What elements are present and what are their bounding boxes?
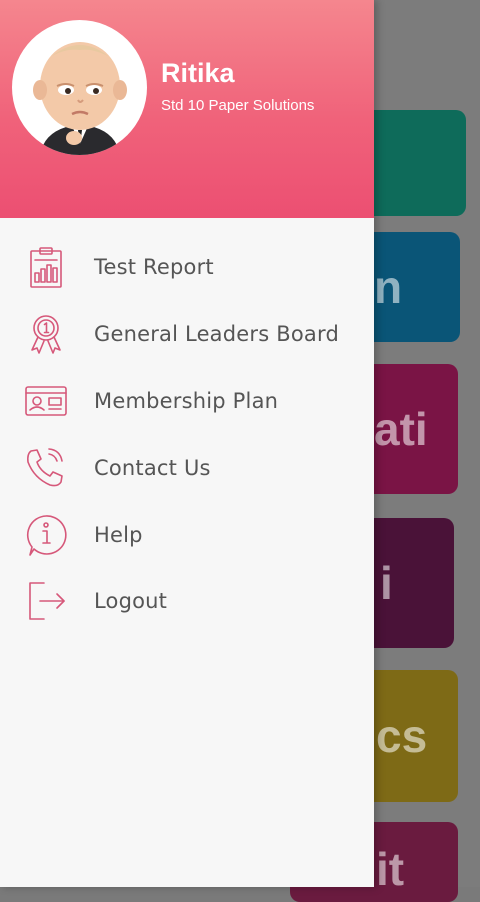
logout-icon [29,582,65,621]
menu-item-label: General Leaders Board [94,322,339,347]
menu-item-label: Contact Us [94,455,211,480]
menu-item-contact-us[interactable]: Contact Us [0,434,374,501]
drawer-menu: Test Report General Leaders Board Member… [0,234,374,635]
user-subtitle: Std 10 Paper Solutions [161,97,315,114]
navigation-drawer: Ritika Std 10 Paper Solutions Test Repor… [0,0,374,887]
phone-icon [27,447,63,487]
menu-item-membership-plan[interactable]: Membership Plan [0,368,374,435]
info-icon [26,514,67,556]
avatar[interactable] [12,20,147,155]
menu-item-label: Logout [94,589,168,614]
report-clipboard-icon [30,247,62,289]
user-name: Ritika [161,58,235,88]
menu-item-leaders-board[interactable]: General Leaders Board [0,301,374,368]
menu-item-label: Membership Plan [94,388,279,413]
menu-item-label: Test Report [94,255,214,280]
menu-item-logout[interactable]: Logout [0,568,374,635]
menu-item-help[interactable]: Help [0,501,374,568]
id-card-icon [25,386,67,416]
avatar-baby-icon [33,42,127,155]
medal-icon [31,315,61,354]
menu-item-label: Help [94,522,143,547]
menu-item-test-report[interactable]: Test Report [0,234,374,301]
drawer-header: Ritika Std 10 Paper Solutions [0,0,374,218]
